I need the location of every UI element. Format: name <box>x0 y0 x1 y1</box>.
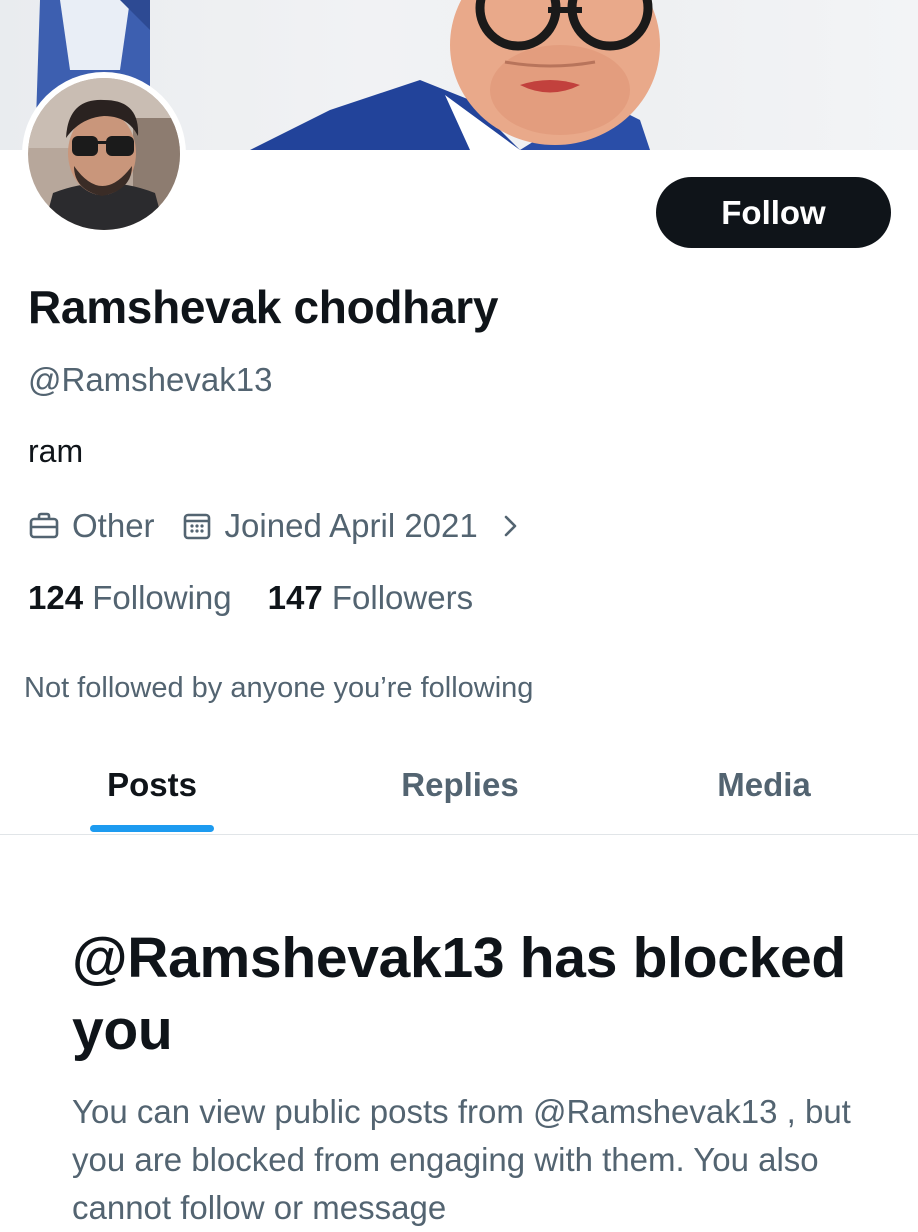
calendar-icon <box>183 513 210 540</box>
briefcase-icon <box>29 512 59 539</box>
tab-media[interactable]: Media <box>684 736 844 834</box>
blocked-title: @Ramshevak13 has blocked you <box>72 926 846 1062</box>
profile-handle: @Ramshevak13 <box>28 361 273 398</box>
profile-bio: ram <box>28 433 84 469</box>
display-name: Ramshevak chodhary <box>28 281 499 333</box>
tab-replies[interactable]: Replies <box>380 736 540 834</box>
mutual-followers-text: Not followed by anyone you’re following <box>24 672 534 704</box>
profile-tabs: Posts Replies Media <box>0 736 918 835</box>
profile-meta: Other Joined April 2021 <box>28 506 526 546</box>
active-tab-indicator <box>90 825 214 832</box>
blocked-body: You can view public posts from @Ramsheva… <box>72 1093 851 1226</box>
avatar-photo <box>28 78 180 230</box>
tab-posts[interactable]: Posts <box>72 736 232 834</box>
category-item: Other <box>28 507 155 545</box>
follow-stats: 124 Following 147 Followers <box>28 579 509 617</box>
following-stat[interactable]: 124 Following <box>28 579 232 617</box>
followers-label: Followers <box>331 579 474 616</box>
follow-button[interactable]: Follow <box>656 177 891 248</box>
joined-item[interactable]: Joined April 2021 <box>181 507 526 545</box>
joined-label: Joined April 2021 <box>224 507 478 544</box>
profile-avatar[interactable] <box>22 72 186 236</box>
followers-count: 147 <box>267 579 323 616</box>
category-label: Other <box>72 507 155 544</box>
following-label: Following <box>92 579 232 616</box>
following-count: 124 <box>28 579 84 616</box>
chevron-right-icon[interactable] <box>496 511 526 541</box>
followers-stat[interactable]: 147 Followers <box>268 579 473 617</box>
